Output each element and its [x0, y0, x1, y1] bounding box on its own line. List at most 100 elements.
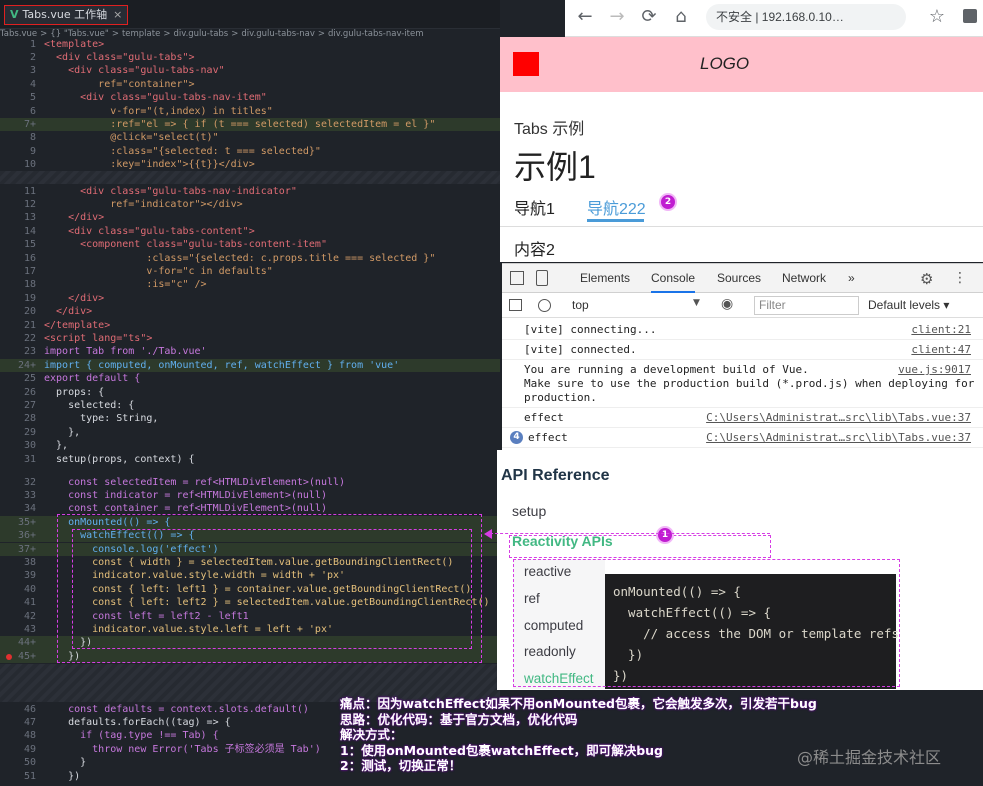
code-line[interactable]: defaults.forEach((tag) => {	[44, 716, 231, 729]
code-line[interactable]: const indicator = ref<HTMLDivElement>(nu…	[44, 489, 327, 502]
code-line[interactable]: <div class="gulu-tabs-nav-item"	[44, 91, 267, 104]
line-number: 9	[29, 145, 36, 157]
code-line[interactable]: <div class="gulu-tabs-nav"	[44, 64, 225, 77]
vue-file-icon: V	[10, 8, 19, 21]
sidebar-toggle-icon[interactable]	[509, 299, 522, 311]
line-number: 25	[23, 373, 36, 385]
code-line[interactable]: import Tab from './Tab.vue'	[44, 345, 207, 358]
log-levels-select[interactable]: Default levels ▾	[868, 298, 949, 312]
star-icon[interactable]: ☆	[924, 4, 950, 30]
log-source-link[interactable]: client:21	[911, 323, 971, 336]
code-line[interactable]: })	[44, 770, 80, 783]
extension-icon[interactable]	[963, 9, 977, 23]
log-source-link[interactable]: C:\Users\Administrat…src\lib\Tabs.vue:37	[706, 411, 971, 424]
code-line[interactable]: </template>	[44, 319, 110, 332]
inspect-icon[interactable]	[510, 271, 524, 285]
line-number: 19	[23, 292, 36, 304]
close-icon[interactable]: ×	[113, 8, 122, 21]
code-line[interactable]: v-for="c in defaults"	[44, 265, 272, 278]
page-subtitle: Tabs 示例	[514, 121, 585, 138]
code-line[interactable]: },	[44, 426, 80, 439]
breadcrumb-item[interactable]: div.gulu-tabs	[173, 29, 228, 39]
code-line[interactable]: },	[44, 439, 68, 452]
devtools-tab-network[interactable]: Network	[782, 271, 826, 285]
devtools-tab-console[interactable]: Console	[651, 271, 696, 293]
line-number: 31	[23, 453, 36, 465]
clear-console-icon[interactable]	[538, 299, 551, 312]
code-line[interactable]: props: {	[44, 386, 104, 399]
tab-nav-item-1[interactable]: 导航1	[514, 195, 555, 219]
code-line[interactable]: }	[44, 756, 86, 769]
breadcrumb-item[interactable]: template	[122, 29, 160, 39]
device-icon[interactable]	[536, 270, 548, 286]
code-line[interactable]: <template>	[44, 38, 104, 51]
code-line[interactable]: <component class="gulu-tabs-content-item…	[44, 238, 327, 251]
line-number: 39	[23, 570, 36, 582]
docs-link-setup[interactable]: setup	[512, 503, 546, 519]
tab-nav-item-2[interactable]: 导航222	[587, 195, 646, 219]
folded-region[interactable]	[0, 171, 500, 184]
code-line[interactable]: :ref="el => { if (t === selected) select…	[44, 118, 435, 131]
code-line[interactable]: <div class="gulu-tabs-content">	[44, 225, 255, 238]
log-source-link[interactable]: client:47	[911, 343, 971, 356]
highlight-box-reactivity	[509, 535, 771, 558]
line-number: 23	[23, 346, 36, 358]
code-line[interactable]: @click="select(t)"	[44, 131, 218, 144]
code-line[interactable]: <script lang="ts">	[44, 332, 152, 345]
address-bar[interactable]: 不安全 | 192.168.0.10…	[706, 4, 906, 30]
code-line[interactable]: <div class="gulu-tabs-nav-indicator"	[44, 185, 297, 198]
code-line[interactable]: :key="index">{{t}}</div>	[44, 158, 255, 171]
code-line[interactable]: :class="{selected: t === selected}"	[44, 145, 321, 158]
code-line[interactable]: :is="c" />	[44, 278, 206, 291]
breakpoint-dot[interactable]	[6, 654, 12, 660]
code-line[interactable]: </div>	[44, 305, 92, 318]
code-line[interactable]: throw new Error('Tabs 子标签必须是 Tab')	[44, 743, 321, 756]
devtools-tab-elements[interactable]: Elements	[580, 271, 630, 285]
code-line[interactable]: const selectedItem = ref<HTMLDivElement>…	[44, 476, 345, 489]
context-select[interactable]: top	[572, 298, 589, 312]
code-line[interactable]: type: String,	[44, 412, 158, 425]
code-line[interactable]: export default {	[44, 372, 140, 385]
line-number: 3	[29, 65, 36, 77]
line-number: 22	[23, 332, 36, 344]
kebab-menu-icon[interactable]: ⋮	[953, 270, 967, 286]
log-source-link[interactable]: C:\Users\Administrat…src\lib\Tabs.vue:37	[706, 431, 971, 444]
code-line[interactable]: if (tag.type !== Tab) {	[44, 729, 219, 742]
forward-icon[interactable]: →	[604, 4, 630, 30]
code-line[interactable]: import { computed, onMounted, ref, watch…	[44, 359, 399, 372]
line-number: 34	[23, 503, 36, 515]
home-icon[interactable]: ⌂	[668, 4, 694, 30]
log-source-link[interactable]: vue.js:9017	[898, 363, 971, 376]
code-line[interactable]: :class="{selected: c.props.title === sel…	[44, 252, 435, 265]
line-number: 2	[29, 51, 36, 63]
code-line[interactable]: ref="container">	[44, 78, 194, 91]
gear-icon[interactable]: ⚙	[920, 270, 933, 288]
filter-input[interactable]: Filter	[754, 296, 859, 315]
more-tabs-icon[interactable]: »	[848, 271, 855, 285]
code-line[interactable]: selected: {	[44, 399, 134, 412]
line-number: 37+	[17, 543, 36, 555]
reload-icon[interactable]: ⟳	[636, 4, 662, 30]
line-number: 21	[23, 319, 36, 331]
editor-tab[interactable]: V Tabs.vue 工作轴 ×	[4, 5, 129, 25]
line-number: 15	[23, 239, 36, 251]
code-line[interactable]: ref="indicator"></div>	[44, 198, 242, 211]
divider	[500, 226, 983, 227]
note-line: 痛点：因为watchEffect如果不用onMounted包裹，它会触发多次，引…	[340, 696, 817, 711]
devtools-tab-sources[interactable]: Sources	[717, 271, 761, 285]
code-line[interactable]: <div class="gulu-tabs">	[44, 51, 194, 64]
line-number: 1	[29, 38, 36, 50]
eye-icon[interactable]: ◉	[721, 296, 733, 312]
breadcrumb-item[interactable]: div.gulu-tabs-nav	[241, 29, 315, 39]
line-number: 29	[23, 426, 36, 438]
code-line[interactable]: const defaults = context.slots.default()	[44, 703, 309, 716]
line-number: 42	[23, 610, 36, 622]
back-icon[interactable]: ←	[572, 4, 598, 30]
code-line[interactable]: setup(props, context) {	[44, 453, 194, 466]
code-line[interactable]: </div>	[44, 292, 104, 305]
code-line[interactable]: </div>	[44, 211, 104, 224]
highlight-box-docs	[513, 559, 900, 687]
code-line[interactable]: v-for="(t,index) in titles"	[44, 105, 273, 118]
chevron-down-icon[interactable]: ▼	[693, 298, 700, 308]
breadcrumb-item[interactable]: div.gulu-tabs-nav-item	[328, 29, 424, 39]
